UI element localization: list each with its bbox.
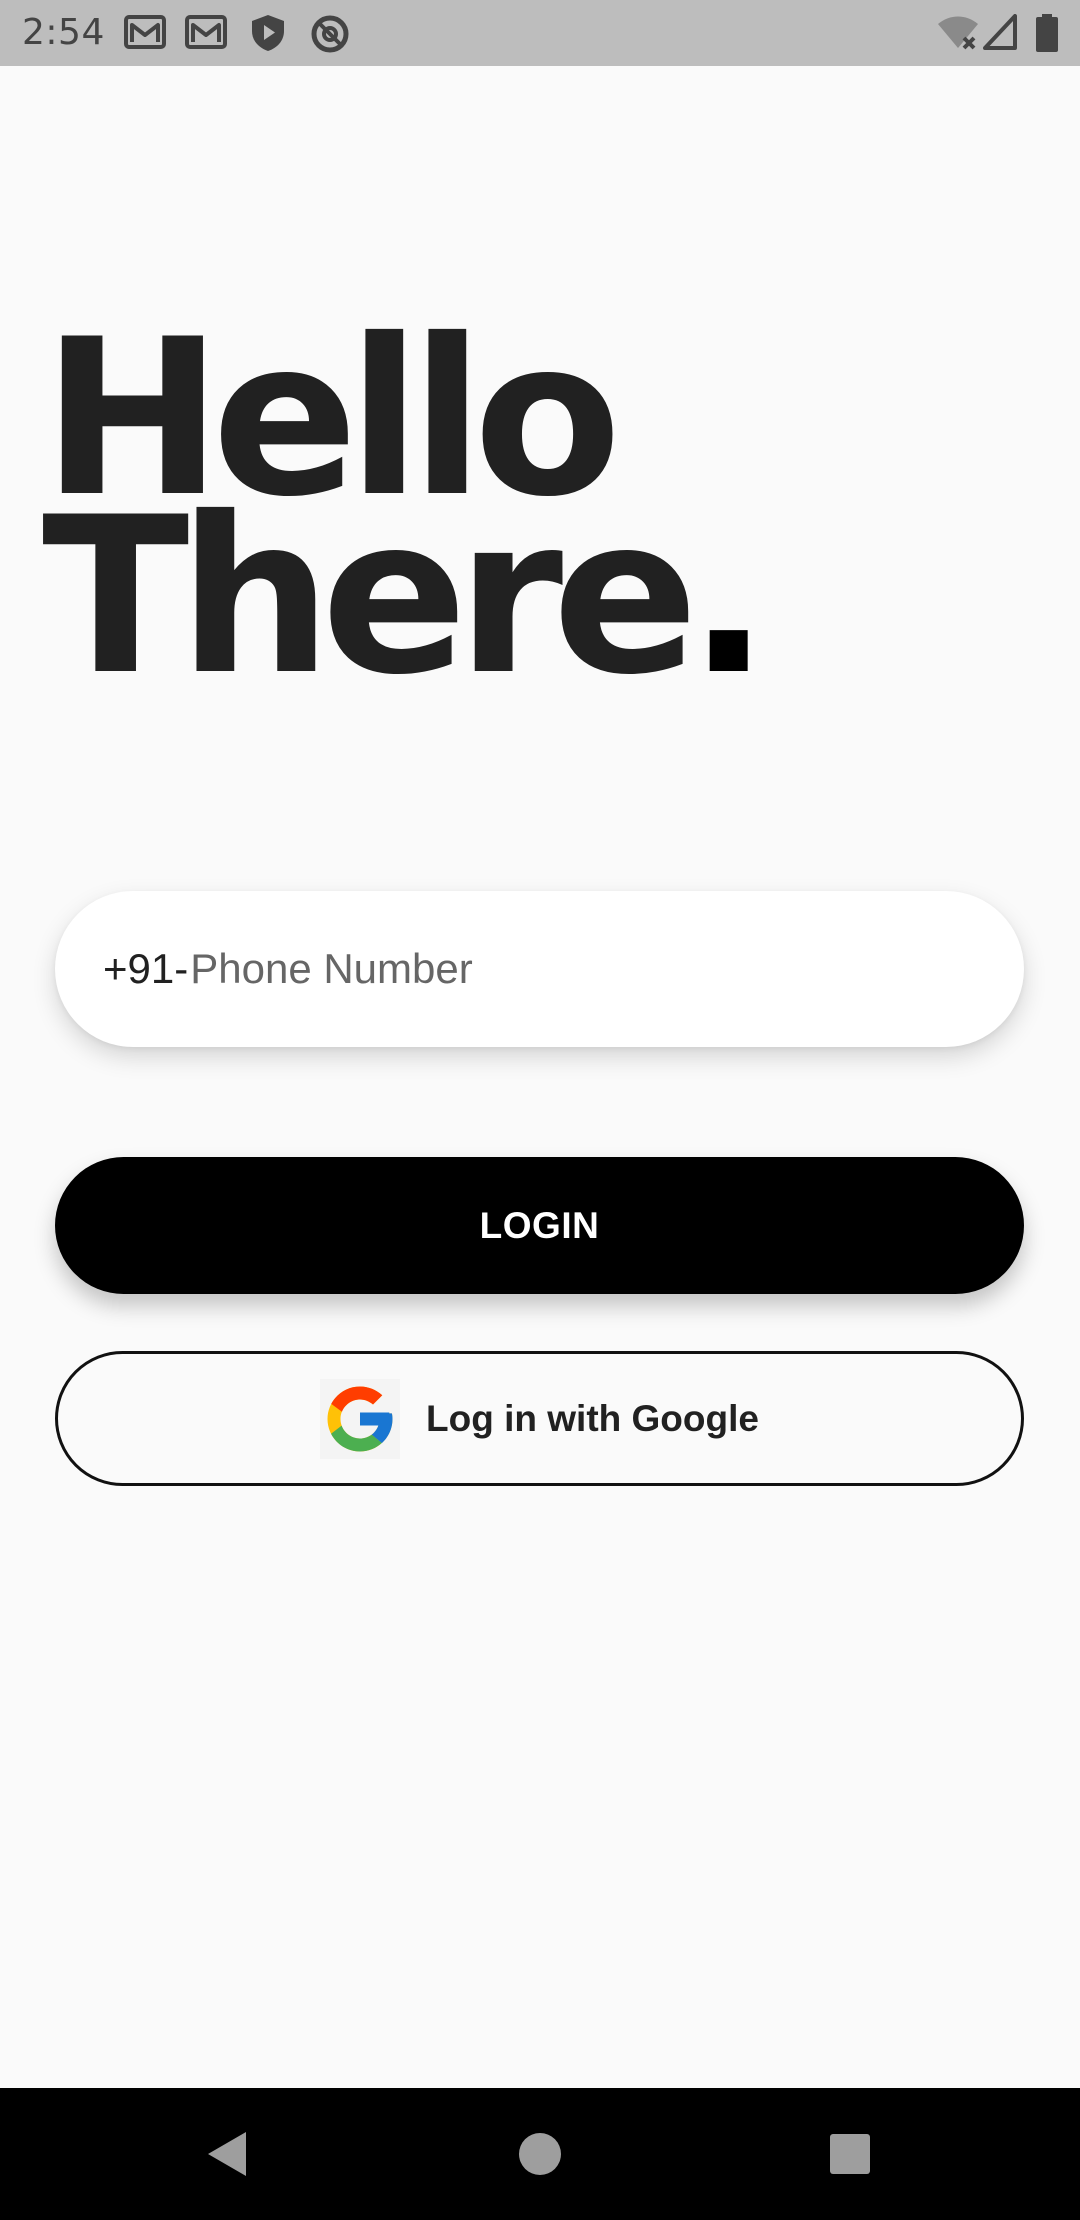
status-bar: 2:54: [0, 0, 1080, 66]
shield-play-icon: [250, 14, 286, 57]
at-sign-icon: [310, 14, 350, 59]
google-login-label: Log in with Google: [426, 1397, 759, 1439]
login-button[interactable]: LOGIN: [55, 1157, 1024, 1294]
hero-line-there: There.: [42, 471, 770, 722]
home-icon[interactable]: [510, 2124, 570, 2184]
status-time: 2:54: [22, 12, 105, 53]
phone-field[interactable]: +91-: [55, 891, 1024, 1047]
hero-dot: .: [687, 471, 770, 722]
signal-icon: [983, 14, 1017, 55]
gmail-icon: [185, 14, 227, 55]
back-icon[interactable]: [198, 2124, 258, 2184]
navigation-bar: [0, 2088, 1080, 2220]
wifi-off-icon: [936, 14, 980, 57]
hero-heading: Hello There.: [42, 311, 770, 722]
google-logo-icon: [320, 1378, 401, 1459]
battery-icon: [1036, 14, 1058, 57]
gmail-icon: [124, 14, 166, 55]
country-code-prefix: +91-: [103, 945, 189, 992]
recents-icon[interactable]: [820, 2124, 880, 2184]
google-login-button[interactable]: Log in with Google: [55, 1351, 1024, 1486]
phone-number-input[interactable]: [190, 945, 971, 993]
